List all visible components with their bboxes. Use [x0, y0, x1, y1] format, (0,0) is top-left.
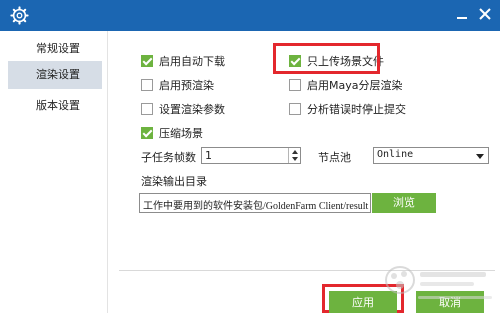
- checkbox-prerender[interactable]: [141, 79, 153, 91]
- highlight-box: [273, 43, 380, 74]
- browse-button[interactable]: 浏览: [372, 193, 436, 213]
- watermark-logo-icon: [385, 266, 492, 299]
- gear-icon[interactable]: [10, 6, 29, 25]
- option-auto-download[interactable]: 启用自动下载: [141, 53, 225, 69]
- subtask-frames-value: 1: [205, 149, 212, 162]
- node-pool-label: 节点池: [318, 151, 351, 164]
- option-render-params-label: 设置渲染参数: [159, 103, 225, 116]
- checkbox-stop-on-error[interactable]: [289, 103, 301, 115]
- chevron-down-icon[interactable]: [292, 157, 298, 161]
- settings-sidebar: 常规设置 渲染设置 版本设置: [0, 31, 108, 313]
- option-auto-download-label: 启用自动下载: [159, 55, 225, 68]
- option-prerender[interactable]: 启用预渲染: [141, 77, 214, 93]
- option-prerender-label: 启用预渲染: [159, 79, 214, 92]
- sidebar-item-render[interactable]: 渲染设置: [8, 61, 102, 89]
- stepper-buttons[interactable]: [288, 148, 300, 163]
- title-bar: [0, 0, 500, 31]
- option-render-params[interactable]: 设置渲染参数: [141, 101, 225, 117]
- option-stop-on-error[interactable]: 分析错误时停止提交: [289, 101, 406, 117]
- node-pool-value: Online: [377, 149, 414, 160]
- checkbox-maya-layers[interactable]: [289, 79, 301, 91]
- output-dir-label: 渲染输出目录: [141, 175, 207, 188]
- sidebar-item-version[interactable]: 版本设置: [8, 92, 102, 120]
- option-maya-layers[interactable]: 启用Maya分层渲染: [289, 77, 402, 93]
- dropdown-arrow-icon[interactable]: [476, 154, 484, 159]
- option-stop-on-error-label: 分析错误时停止提交: [307, 103, 406, 116]
- subtask-frames-stepper[interactable]: 1: [201, 147, 301, 164]
- checkbox-compress-scene[interactable]: [141, 127, 153, 139]
- node-pool-select[interactable]: Online: [373, 147, 489, 164]
- sidebar-item-general[interactable]: 常规设置: [8, 35, 102, 63]
- output-dir-value: 工作中要用到的软件安装包/GoldenFarm Client/result: [143, 201, 369, 212]
- output-dir-input[interactable]: 工作中要用到的软件安装包/GoldenFarm Client/result: [139, 193, 371, 213]
- subtask-frames-label: 子任务帧数: [141, 151, 196, 164]
- close-icon[interactable]: [477, 6, 493, 22]
- chevron-up-icon[interactable]: [292, 150, 298, 154]
- option-compress-scene[interactable]: 压缩场景: [141, 125, 203, 141]
- checkbox-auto-download[interactable]: [141, 55, 153, 67]
- checkbox-render-params[interactable]: [141, 103, 153, 115]
- option-compress-scene-label: 压缩场景: [159, 127, 203, 140]
- option-maya-layers-label: 启用Maya分层渲染: [307, 79, 403, 92]
- minimize-icon[interactable]: [457, 7, 467, 21]
